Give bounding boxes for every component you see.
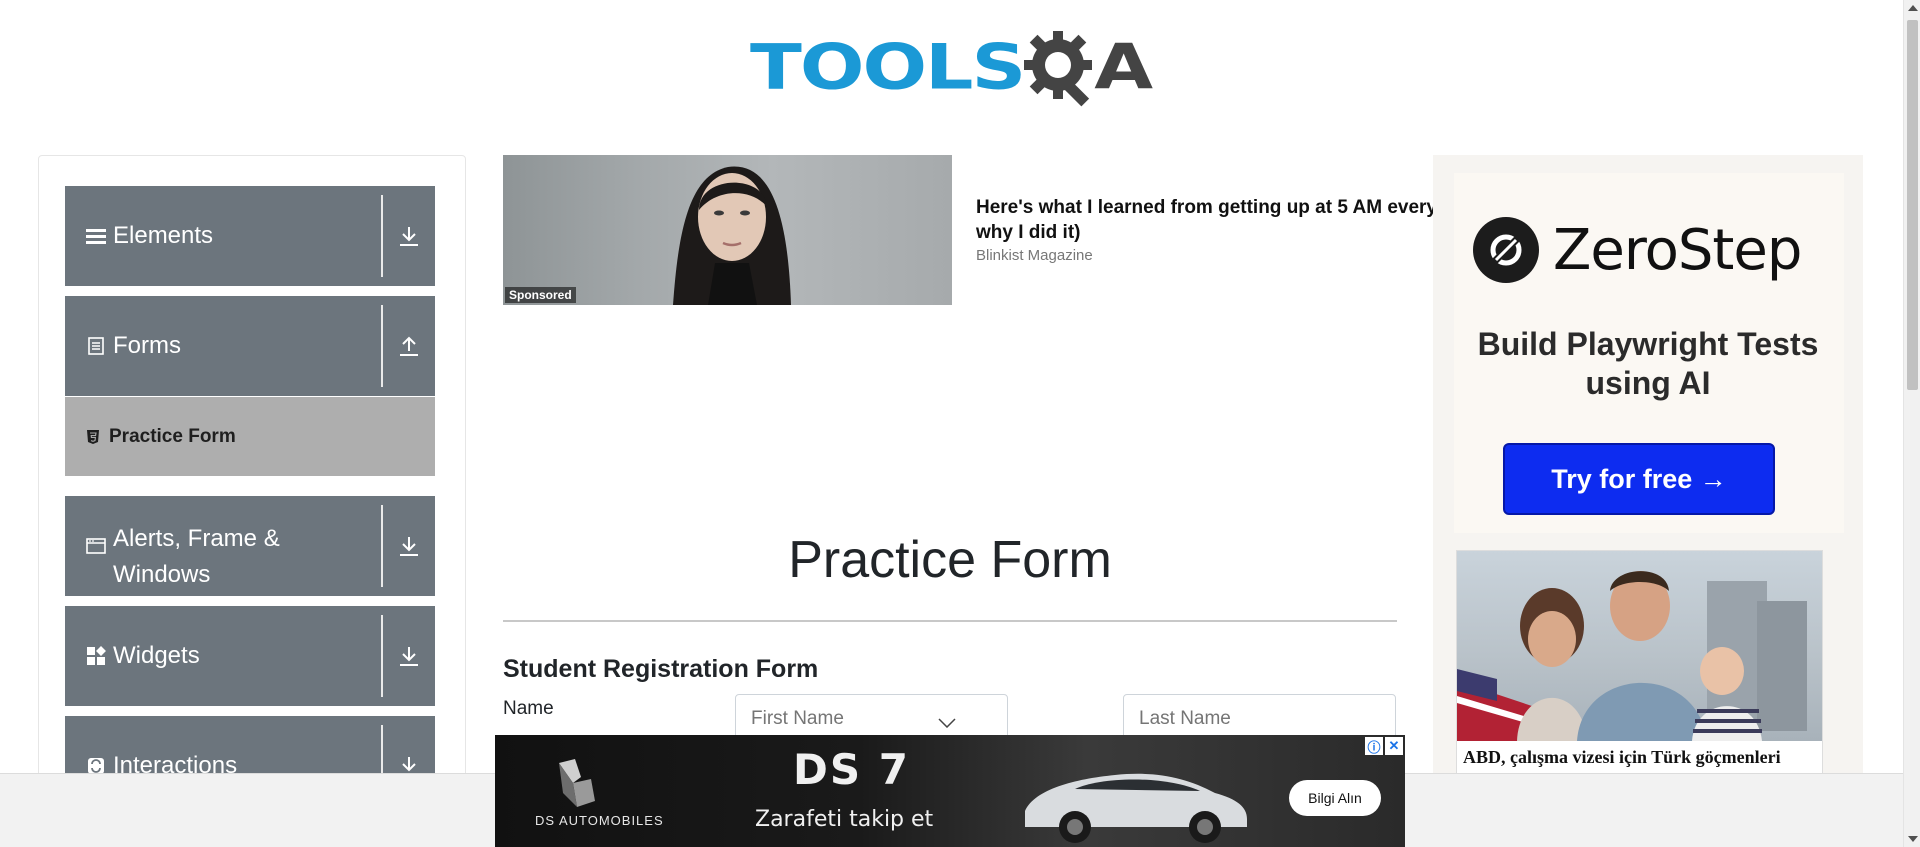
chevron-down-icon [938,718,956,728]
form-subtitle: Student Registration Form [503,655,819,683]
family-photo[interactable] [1457,551,1822,741]
html5-icon [83,427,103,447]
sidebar-group-label: Widgets [113,642,200,669]
ds-automobiles-ad[interactable]: DS AUTOMOBILES DS 7 Zarafeti takip et Bi… [495,735,1405,847]
document-icon [85,335,107,357]
logo-text-a: A [1094,30,1154,104]
toolsqa-logo[interactable]: TOOLS A [750,18,1153,116]
ds-model: DS 7 [793,745,910,794]
zerostep-logo-icon [1473,217,1539,283]
family-ad[interactable]: ABD, çalışma vizesi için Türk göçmenleri [1456,550,1823,775]
sidebar-item-label: Practice Form [109,425,236,447]
try-for-free-button[interactable]: Try for free → [1503,443,1775,515]
download-arrow-icon[interactable] [383,535,435,557]
sidebar-item-practice-form[interactable]: Practice Form [65,397,435,476]
sponsored-badge: Sponsored [505,287,576,303]
ds-logo-icon [559,759,595,807]
sidebar-group-widgets[interactable]: Widgets [65,606,435,706]
upload-arrow-icon[interactable] [383,335,435,357]
page-title: Practice Form [788,531,1112,589]
sponsored-source: Blinkist Magazine [976,247,1093,264]
scrollbar-thumb[interactable] [1907,20,1918,390]
info-icon[interactable]: ⓘ [1365,737,1383,755]
window-icon [85,535,107,557]
close-icon[interactable]: ✕ [1385,737,1403,755]
zerostep-tagline: Build Playwright Tests using AI [1477,326,1819,401]
family-ad-caption: ABD, çalışma vizesi için Türk göçmenleri [1463,747,1781,767]
sponsored-ad[interactable]: Sponsored Here's what I learned from get… [503,155,1446,305]
zerostep-brand: ZeroStep [1553,217,1802,283]
widgets-icon [85,645,107,667]
sponsored-photo[interactable]: Sponsored [503,155,952,305]
sidebar-group-label: Forms [113,332,181,359]
ds-slogan: Zarafeti takip et [755,807,934,832]
sidebar: Elements Forms Practice Form Alerts, Fra… [38,155,466,795]
sidebar-group-label: Elements [113,222,214,249]
sidebar-group-forms[interactable]: Forms [65,296,435,396]
ds-brand: DS AUTOMOBILES [535,813,664,828]
page: TOOLS A Elements Forms Practice Form Ale… [0,0,1920,847]
sidebar-group-label: Alerts, Frame & Windows [113,525,280,588]
sponsored-headline-text: Here's what I learned from getting up at… [976,197,1446,243]
scroll-down-arrow-icon[interactable] [1908,836,1918,842]
name-label: Name [503,698,554,719]
sponsored-headline[interactable]: Here's what I learned from getting up at… [976,195,1446,245]
logo-text-tools: TOOLS [750,30,1026,104]
zerostep-ad[interactable]: ZeroStep Build Playwright Tests using AI… [1433,155,1863,775]
sidebar-group-alerts[interactable]: Alerts, Frame & Windows [65,496,435,596]
divider [503,620,1397,622]
page-scrollbar[interactable] [1903,0,1920,847]
gear-magnifier-icon [1024,31,1093,107]
hamburger-icon [85,225,107,247]
download-arrow-icon[interactable] [383,645,435,667]
download-arrow-icon[interactable] [383,225,435,247]
car-image [1025,773,1247,843]
adchoices: ⓘ ✕ [1365,737,1403,755]
sidebar-group-elements[interactable]: Elements [65,186,435,286]
bilgi-alin-button[interactable]: Bilgi Alın [1289,780,1381,816]
scroll-up-arrow-icon[interactable] [1908,5,1918,11]
zerostep-logo[interactable]: ZeroStep [1473,217,1802,283]
